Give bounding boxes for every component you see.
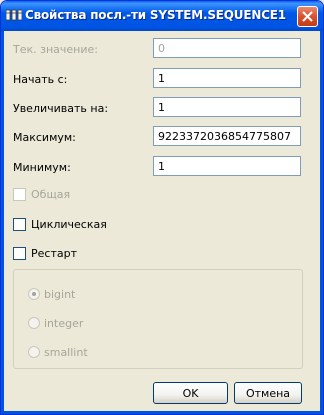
shared-checkbox-row: Общая (13, 187, 70, 201)
cyclic-checkbox-row[interactable]: Циклическая (13, 217, 107, 231)
radio-selected-dot (32, 292, 36, 296)
radio-bigint-label: bigint (44, 287, 76, 301)
current-value-field (153, 38, 301, 58)
radio-integer-row: integer (28, 316, 83, 330)
shared-checkbox (13, 187, 26, 201)
close-icon (302, 11, 313, 22)
window-frame-left (1, 31, 4, 414)
window-frame-bottom (1, 411, 323, 414)
radio-smallint-label: smallint (44, 345, 88, 359)
radio-integer-label: integer (44, 316, 84, 330)
title-bar[interactable]: Свойства посл.-ти SYSTEM.SEQUENCE1 (1, 1, 323, 31)
window-frame-right (320, 31, 323, 414)
radio-smallint (28, 346, 40, 358)
maximum-label: Максимум: (13, 131, 76, 144)
minimum-label: Минимум: (13, 161, 71, 174)
ok-button[interactable]: OK (153, 382, 228, 404)
close-button[interactable] (297, 6, 318, 27)
radio-bigint (28, 288, 40, 300)
increment-by-field[interactable] (153, 97, 301, 117)
restart-checkbox-row[interactable]: Рестарт (13, 246, 77, 260)
maximum-field[interactable] (153, 126, 301, 146)
start-with-label: Начать с: (13, 73, 68, 86)
minimum-field[interactable] (153, 156, 301, 176)
shared-checkbox-label: Общая (31, 187, 71, 201)
radio-integer (28, 317, 40, 329)
restart-checkbox-label[interactable]: Рестарт (31, 247, 77, 260)
start-with-field[interactable] (153, 68, 301, 88)
restart-checkbox[interactable] (13, 246, 26, 260)
cyclic-checkbox-label[interactable]: Циклическая (31, 218, 107, 231)
current-value-label: Тек. значение: (13, 43, 98, 56)
sequence-properties-dialog: Свойства посл.-ти SYSTEM.SEQUENCE1 Тек. … (0, 0, 324, 415)
cyclic-checkbox[interactable] (13, 217, 26, 231)
cancel-button[interactable]: Отмена (234, 382, 302, 404)
radio-smallint-row: smallint (28, 345, 88, 359)
increment-by-label: Увеличивать на: (13, 102, 109, 115)
radio-bigint-row: bigint (28, 287, 75, 301)
window-title: Свойства посл.-ти SYSTEM.SEQUENCE1 (25, 8, 286, 22)
database-icon (5, 9, 23, 21)
